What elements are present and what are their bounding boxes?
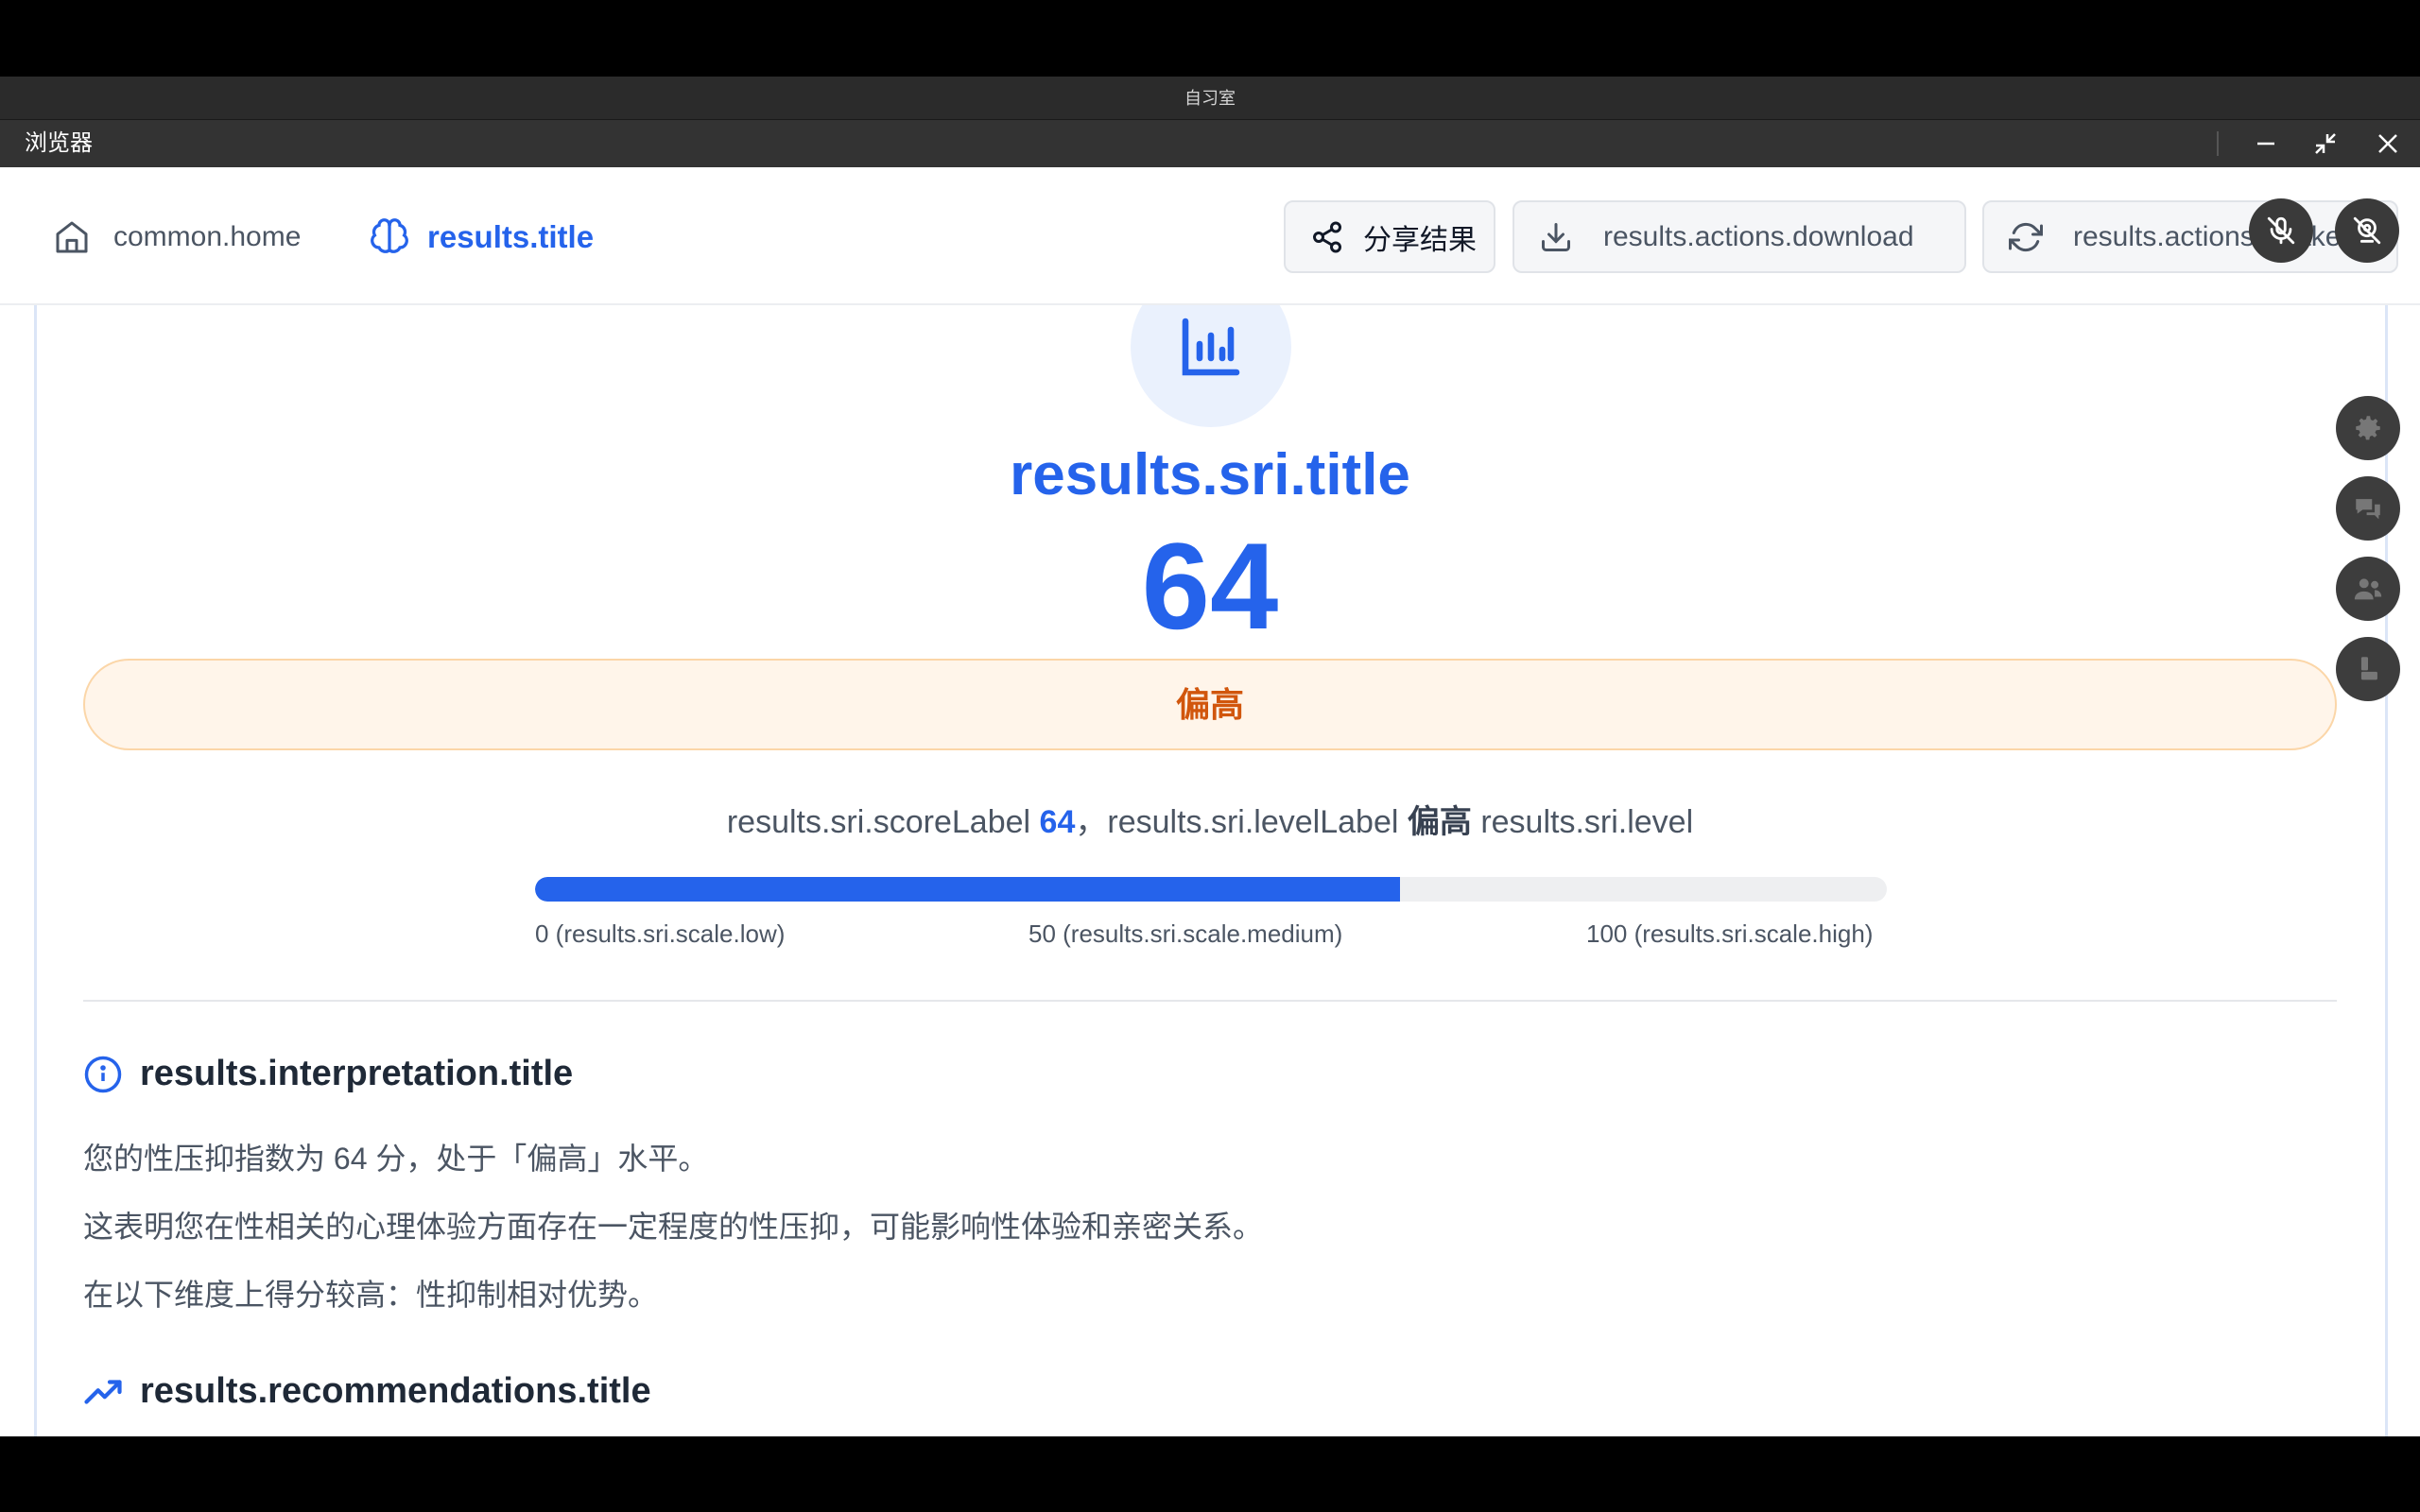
mic-off-icon[interactable] — [2249, 198, 2313, 263]
browser-page: results.sri.title 64 偏高 results.sri.scor… — [0, 167, 2420, 1436]
nav-home-label: common.home — [113, 221, 302, 252]
share-icon — [1313, 221, 1341, 252]
level-value: 偏高 — [1407, 804, 1472, 840]
interpretation-paragraph: 您的性压抑指数为 64 分，处于「偏高」水平。 — [83, 1142, 709, 1176]
score-progress-bar — [535, 877, 1887, 902]
sri-score: 64 — [1141, 517, 1279, 655]
recommendations-heading: results.recommendations.title — [83, 1371, 651, 1412]
interpretation-heading: results.interpretation.title — [83, 1054, 573, 1094]
share-button[interactable]: 分享结果 — [1284, 200, 1495, 273]
results-card — [34, 262, 2388, 1436]
os-bottom-bar — [0, 1436, 2420, 1512]
top-nav: common.home results.title 分享结果 results.a… — [0, 167, 2420, 305]
settings-icon[interactable] — [2336, 396, 2400, 460]
chat-icon[interactable] — [2336, 476, 2400, 541]
sri-title: results.sri.title — [1010, 442, 1410, 507]
nav-results-label: results.title — [427, 219, 595, 254]
download-label: results.actions.download — [1603, 220, 1914, 252]
person-icon[interactable] — [2336, 637, 2400, 701]
camera-off-icon[interactable] — [2335, 198, 2399, 263]
home-icon — [56, 221, 88, 253]
score-progress-fill — [535, 877, 1401, 902]
brain-icon — [371, 218, 408, 253]
app-name: 浏览器 — [25, 130, 93, 156]
window-titlebar: 浏览器 — [0, 120, 2420, 167]
nav-home-link[interactable]: common.home — [53, 211, 301, 264]
score-summary: results.sri.scoreLabel 64，results.sri.le… — [0, 796, 2420, 842]
download-icon — [1542, 222, 1570, 251]
section-divider — [83, 1000, 2337, 1002]
interpretation-paragraph: 在以下维度上得分较高：性抑制相对优势。 — [83, 1278, 659, 1312]
restore-icon[interactable] — [2308, 127, 2342, 161]
info-icon — [84, 1056, 122, 1092]
scale-high: 100 (results.sri.scale.high) — [1586, 919, 1874, 948]
trending-up-icon — [84, 1379, 122, 1404]
share-label: 分享结果 — [1363, 224, 1477, 256]
os-window-title: 自习室 — [0, 77, 2420, 120]
score-value: 64 — [1039, 804, 1076, 840]
minimize-icon[interactable] — [2249, 127, 2283, 161]
download-button[interactable]: results.actions.download — [1512, 200, 1966, 273]
interpretation-paragraph: 这表明您在性相关的心理体验方面存在一定程度的性压抑，可能影响性体验和亲密关系。 — [83, 1210, 1264, 1244]
level-badge: 偏高 — [83, 659, 2337, 750]
people-icon[interactable] — [2336, 557, 2400, 621]
interpretation-title: results.interpretation.title — [140, 1054, 574, 1093]
nav-results-link[interactable]: results.title — [369, 211, 594, 264]
scale-low: 0 (results.sri.scale.low) — [535, 919, 786, 948]
scale-medium: 50 (results.sri.scale.medium) — [1028, 919, 1343, 948]
close-icon[interactable] — [2371, 127, 2405, 161]
score-comma: ， — [1075, 804, 1108, 840]
score-label: results.sri.scoreLabel — [726, 804, 1031, 840]
level-label: results.sri.levelLabel — [1107, 804, 1399, 840]
os-top-bar — [0, 0, 2420, 77]
level-suffix: results.sri.level — [1480, 804, 1694, 840]
refresh-icon — [2009, 222, 2043, 251]
recommendations-title: results.recommendations.title — [140, 1371, 651, 1411]
titlebar-separator — [2217, 131, 2219, 156]
